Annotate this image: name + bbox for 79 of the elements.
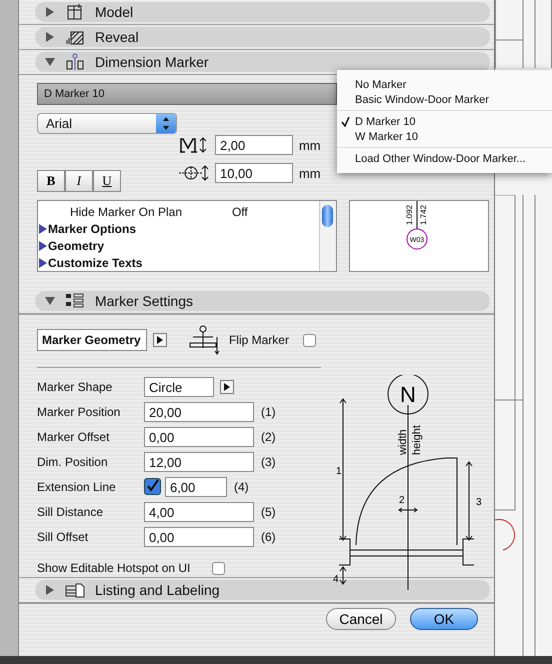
north-symbol: N — [387, 375, 428, 414]
value-field[interactable]: 0,00 — [144, 426, 254, 446]
play-arrow-icon — [156, 336, 163, 344]
height-label: height — [410, 425, 423, 455]
text-style-button[interactable]: U — [92, 170, 121, 192]
dimension-number: 1 — [336, 466, 342, 477]
dimension-number: 3 — [476, 497, 482, 508]
section-header[interactable]: Model — [34, 2, 490, 22]
section-header[interactable]: Marker Settings — [34, 291, 490, 311]
width-label: width — [396, 429, 409, 455]
dimension-index: (4) — [234, 480, 249, 494]
size-field[interactable]: 2,00 — [214, 135, 293, 155]
checkbox[interactable] — [144, 478, 161, 495]
unit-label: mm — [298, 138, 321, 152]
section-header[interactable]: Reveal — [34, 27, 490, 47]
value-field[interactable]: 20,00 — [144, 402, 254, 422]
value-field[interactable]: 6,00 — [164, 476, 227, 496]
parameter-group[interactable]: Customize Texts — [48, 256, 142, 270]
field-label: Marker Offset — [36, 430, 110, 444]
shape-popup[interactable]: Circle — [144, 376, 214, 396]
play-arrow-icon — [224, 382, 230, 390]
popup-arrow-button[interactable] — [220, 380, 234, 394]
settings-list-icon — [64, 292, 85, 310]
expand-triangle-icon — [44, 585, 55, 595]
field-label: Dim. Position — [36, 454, 109, 468]
parameter-name: Hide Marker On Plan — [70, 204, 184, 218]
dimension-index: (6) — [260, 530, 276, 544]
field-label: Sill Distance — [36, 504, 104, 518]
text-style-button[interactable]: I — [64, 170, 93, 192]
marker-popup[interactable]: D Marker 10 — [36, 83, 337, 105]
dimension-index: (3) — [260, 454, 276, 468]
field-label: Sill Offset — [36, 530, 90, 544]
text-style-button[interactable]: B — [36, 170, 65, 192]
text-height-icon — [178, 136, 209, 154]
collapse-triangle-icon — [44, 296, 55, 306]
flip-marker-label: Flip Marker — [228, 333, 289, 347]
font-popup[interactable]: Arial — [36, 113, 177, 134]
menu-item[interactable]: D Marker 10 — [337, 114, 552, 129]
hotspot-label: Show Editable Hotspot on UI — [36, 561, 190, 575]
expand-triangle-icon — [44, 7, 55, 17]
ok-button[interactable]: OK — [410, 608, 478, 630]
page-popup[interactable]: Marker Geometry — [36, 329, 147, 351]
menu-item[interactable]: Load Other Window-Door Marker... — [337, 151, 552, 166]
parameter-group[interactable]: Geometry — [48, 238, 104, 252]
dimension-index: (5) — [260, 504, 276, 518]
dimension-arrow — [339, 566, 346, 585]
value-field[interactable]: 12,00 — [144, 452, 254, 472]
scrollbar[interactable] — [318, 201, 336, 271]
field-label: Marker Position — [36, 404, 122, 418]
floor-plan-drawing — [495, 0, 552, 68]
stepper-icon — [156, 114, 176, 133]
field-label: Marker Shape — [36, 380, 114, 394]
disclosure-triangle-icon[interactable] — [38, 224, 48, 234]
field-label: Extension Line — [36, 480, 117, 494]
parameter-value: Off — [232, 204, 248, 218]
dimension-index: (2) — [260, 430, 276, 444]
marker-size-icon — [178, 164, 209, 182]
size-field[interactable]: 10,00 — [214, 163, 293, 183]
cancel-button[interactable]: Cancel — [326, 608, 396, 630]
parameter-group[interactable]: Marker Options — [48, 222, 136, 236]
checkbox[interactable] — [212, 562, 226, 574]
section-header[interactable]: Dimension Marker — [34, 52, 490, 72]
collapse-triangle-icon — [44, 57, 55, 67]
disclosure-triangle-icon[interactable] — [38, 258, 48, 268]
dimension-number: 2 — [398, 495, 405, 506]
menu-item[interactable]: No Marker — [337, 77, 552, 92]
checkbox[interactable] — [302, 334, 316, 346]
popup-arrow-button[interactable] — [152, 333, 167, 347]
value-field[interactable]: 4,00 — [144, 502, 254, 522]
value-field[interactable]: 0,00 — [144, 526, 254, 546]
unit-label: mm — [298, 166, 321, 180]
marker-icon — [64, 53, 85, 71]
dimension-index: (1) — [260, 404, 276, 418]
menu-item[interactable]: Basic Window-Door Marker — [337, 92, 552, 107]
offset-arrow — [398, 508, 418, 512]
expand-triangle-icon — [44, 32, 55, 42]
menu-item[interactable]: W Marker 10 — [337, 129, 552, 144]
disclosure-triangle-icon[interactable] — [38, 240, 48, 250]
document-list-icon — [64, 581, 85, 599]
